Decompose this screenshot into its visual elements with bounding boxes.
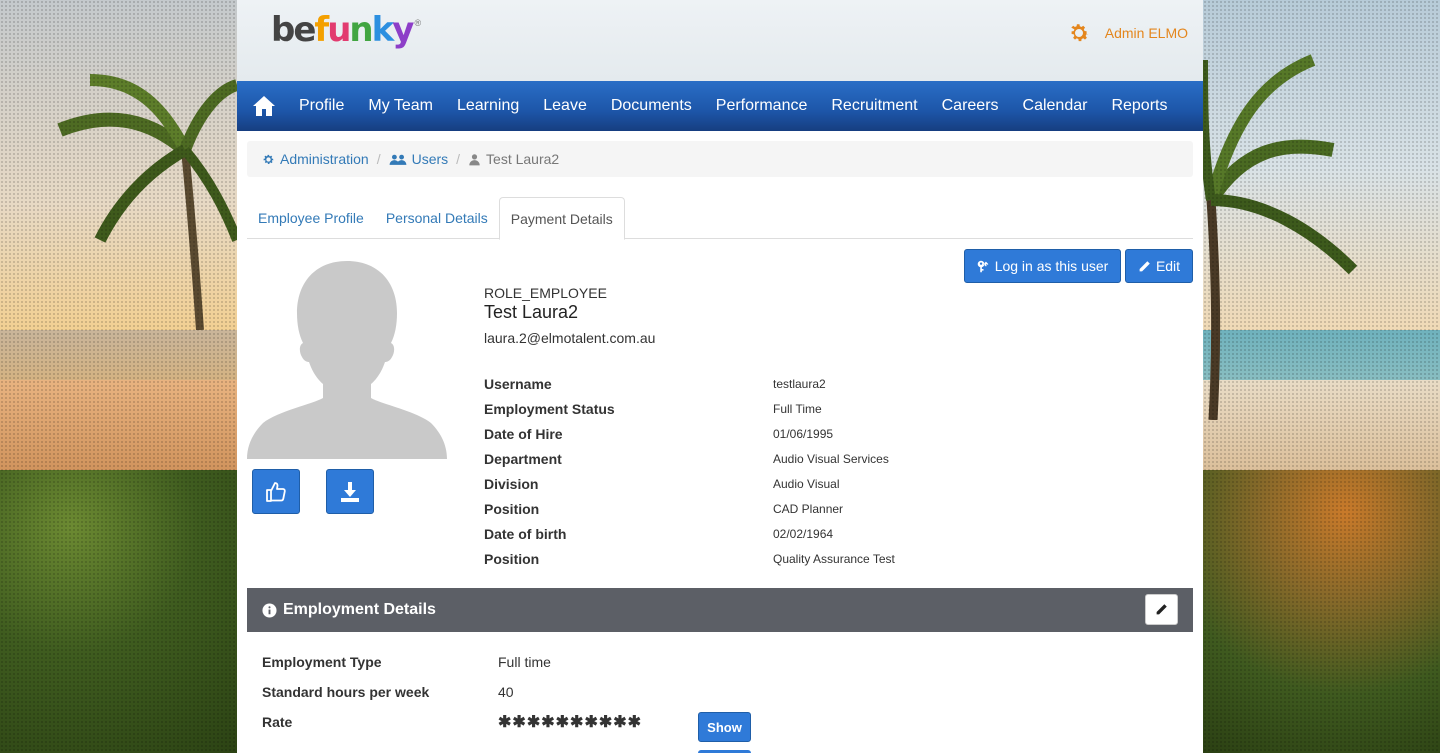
edit-employment-button[interactable]: [1145, 594, 1178, 625]
info-row-date-of-birth: Date of birth 02/02/1964: [484, 525, 834, 542]
info-row-division: Division Audio Visual: [484, 475, 840, 492]
gear-icon[interactable]: [1067, 21, 1091, 45]
nav-item-learning[interactable]: Learning: [457, 97, 519, 115]
show-rate-button[interactable]: Show: [698, 712, 751, 742]
user-email: laura.2@elmotalent.com.au: [484, 330, 656, 346]
breadcrumb-separator: /: [456, 151, 461, 167]
section-title: Employment Details: [283, 601, 436, 618]
info-row-employment-status: Employment Status Full Time: [484, 400, 822, 417]
nav-item-performance[interactable]: Performance: [716, 97, 808, 115]
emp-row-employment-type: Employment Type Full time: [262, 654, 551, 670]
emp-row-standard-hours: Standard hours per week 40: [262, 684, 514, 700]
breadcrumb-current: Test Laura2: [468, 151, 559, 167]
breadcrumb-separator: /: [376, 151, 381, 167]
nav-item-profile[interactable]: Profile: [299, 97, 344, 115]
profile-info-table: Username testlaura2 Employment Status Full…: [484, 371, 1044, 571]
key-icon: [977, 260, 989, 272]
main-panel: befunky ® Admin ELMO Profile My Team Lea…: [237, 0, 1203, 753]
info-icon: [262, 602, 277, 618]
edit-button[interactable]: Edit: [1125, 249, 1193, 283]
employment-details-table: Employment Type Full time Standard hours …: [262, 647, 862, 737]
user-menu[interactable]: Admin ELMO: [1067, 21, 1188, 45]
nav-item-calendar[interactable]: Calendar: [1023, 97, 1088, 115]
home-icon[interactable]: [251, 93, 277, 119]
user-full-name: Test Laura2: [484, 302, 579, 322]
info-row-department: Department Audio Visual Services: [484, 450, 889, 467]
breadcrumb-administration[interactable]: Administration: [262, 151, 369, 167]
info-row-username: Username testlaura2: [484, 375, 826, 392]
background-right: [1203, 0, 1440, 753]
download-button[interactable]: [326, 469, 374, 514]
main-nav: Profile My Team Learning Leave Documents…: [237, 81, 1203, 131]
background-left: [0, 0, 237, 753]
avatar: [247, 259, 447, 459]
thumbs-up-icon: [266, 481, 286, 502]
emp-row-rate: Rate ✱✱✱✱✱✱✱✱✱✱: [262, 707, 862, 737]
user-silhouette-icon: [247, 259, 447, 459]
breadcrumb-users[interactable]: Users: [389, 151, 448, 167]
masked-rate-value: ✱✱✱✱✱✱✱✱✱✱: [498, 714, 643, 731]
cog-icon: [263, 154, 274, 164]
nav-item-documents[interactable]: Documents: [611, 97, 692, 115]
befunky-logo[interactable]: befunky ®: [271, 10, 421, 50]
nav-item-careers[interactable]: Careers: [942, 97, 999, 115]
nav-item-leave[interactable]: Leave: [543, 97, 587, 115]
login-as-user-button[interactable]: Log in as this user: [964, 249, 1121, 283]
download-icon: [341, 481, 359, 502]
user-icon: [469, 153, 480, 165]
app-header: befunky ® Admin ELMO: [237, 0, 1203, 81]
pencil-icon: [1156, 604, 1167, 615]
users-icon: [389, 154, 406, 165]
breadcrumb: Administration / Users / Test Laura2: [247, 141, 1193, 177]
admin-username[interactable]: Admin ELMO: [1105, 25, 1188, 41]
info-row-date-of-hire: Date of Hire 01/06/1995: [484, 425, 834, 442]
tab-personal-details[interactable]: Personal Details: [375, 197, 499, 239]
like-button[interactable]: [252, 469, 300, 514]
nav-item-reports[interactable]: Reports: [1111, 97, 1167, 115]
tab-payment-details[interactable]: Payment Details: [498, 197, 625, 240]
info-row-position: Position CAD Planner: [484, 500, 844, 517]
tab-employee-profile[interactable]: Employee Profile: [247, 197, 375, 239]
pencil-icon: [1139, 260, 1150, 271]
profile-tabs: Employee Profile Personal Details Paymen…: [247, 197, 1193, 240]
employment-details-header: Employment Details: [247, 588, 1193, 632]
user-role: ROLE_EMPLOYEE: [484, 285, 607, 301]
nav-item-my-team[interactable]: My Team: [368, 97, 433, 115]
info-row-position-2: Position Quality Assurance Test: [484, 550, 895, 567]
nav-item-recruitment[interactable]: Recruitment: [831, 97, 917, 115]
